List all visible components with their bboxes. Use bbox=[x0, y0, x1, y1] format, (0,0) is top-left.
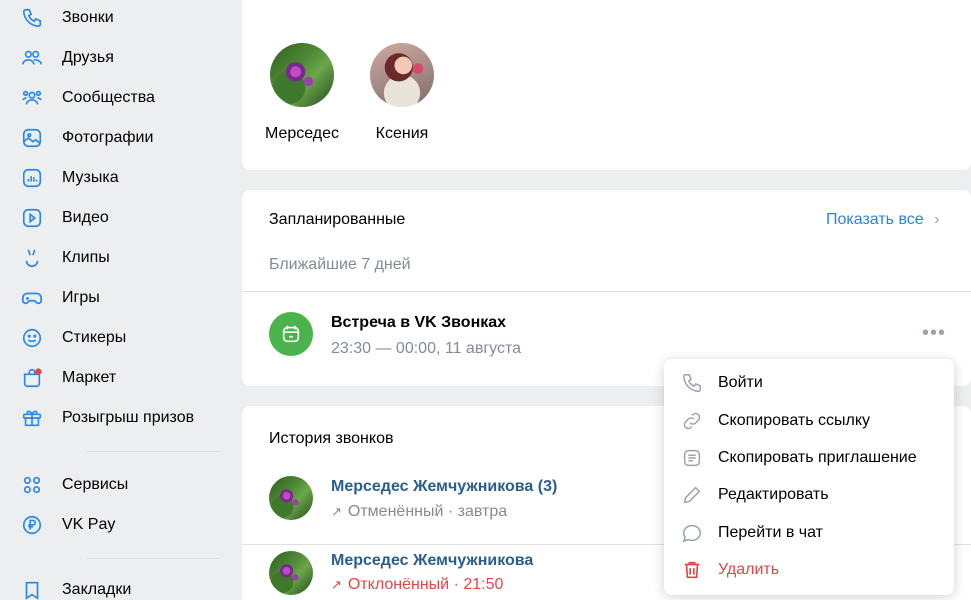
photos-icon bbox=[20, 126, 44, 150]
clips-icon bbox=[20, 246, 44, 270]
document-icon bbox=[680, 446, 704, 470]
scheduled-subtitle: Ближайшие 7 дней bbox=[269, 256, 411, 273]
menu-item-go-to-chat[interactable]: Перейти в чат bbox=[664, 515, 954, 551]
menu-item-label: Войти bbox=[718, 374, 763, 391]
menu-item-label: Перейти в чат bbox=[718, 524, 823, 541]
sidebar-item-calls[interactable]: Звонки bbox=[20, 4, 114, 32]
sidebar-item-label: Фотографии bbox=[62, 129, 154, 146]
stickers-icon bbox=[20, 326, 44, 350]
sidebar-item-label: Видео bbox=[62, 209, 109, 226]
call-status-text: Отменённый · завтра bbox=[347, 503, 508, 520]
menu-item-edit[interactable]: Редактировать bbox=[664, 477, 954, 513]
call-status: ↗ Отменённый · завтра bbox=[331, 503, 507, 521]
sidebar-item-label: Музыка bbox=[62, 169, 119, 186]
sidebar-item-games[interactable]: Игры bbox=[20, 284, 100, 312]
sidebar-item-label: Стикеры bbox=[62, 329, 127, 346]
sidebar-item-label: VK Pay bbox=[62, 516, 116, 533]
avatar[interactable] bbox=[269, 476, 313, 520]
sidebar-item-label: Сообщества bbox=[62, 89, 155, 106]
left-sidebar: Звонки Друзья Сообщества Фотографии Музы… bbox=[0, 0, 242, 600]
caller-name[interactable]: Мерседес Жемчужникова (3) bbox=[331, 478, 557, 496]
phone-icon bbox=[680, 371, 704, 395]
games-icon bbox=[20, 286, 44, 310]
arrow-outgoing-icon: ↗ bbox=[331, 504, 342, 519]
friend-item[interactable]: Ксения bbox=[360, 43, 444, 143]
sidebar-item-vkpay[interactable]: VK Pay bbox=[20, 511, 115, 539]
scheduled-title: Запланированные bbox=[269, 211, 406, 228]
vkpay-icon bbox=[20, 513, 44, 537]
sidebar-item-services[interactable]: Сервисы bbox=[20, 471, 128, 499]
sidebar-item-music[interactable]: Музыка bbox=[20, 164, 119, 192]
bookmarks-icon bbox=[20, 578, 44, 600]
music-icon bbox=[20, 166, 44, 190]
chat-bubble-icon bbox=[680, 521, 704, 545]
show-all-label: Показать все bbox=[826, 211, 924, 228]
scheduled-card: Запланированные Показать все › Ближайшие… bbox=[242, 190, 971, 386]
video-icon bbox=[20, 206, 44, 230]
sidebar-item-clips[interactable]: Клипы bbox=[20, 244, 110, 272]
menu-item-join[interactable]: Войти bbox=[664, 365, 954, 401]
sidebar-divider bbox=[86, 558, 220, 559]
context-menu: Войти Скопировать ссылку Скопировать при… bbox=[664, 359, 954, 595]
sidebar-item-label: Друзья bbox=[62, 49, 114, 66]
sidebar-item-friends[interactable]: Друзья bbox=[20, 44, 114, 72]
caller-name[interactable]: Мерседес Жемчужникова bbox=[331, 552, 533, 570]
sidebar-item-video[interactable]: Видео bbox=[20, 204, 109, 232]
sidebar-divider bbox=[86, 451, 220, 452]
market-icon bbox=[20, 366, 44, 390]
sidebar-item-photos[interactable]: Фотографии bbox=[20, 124, 153, 152]
sidebar-item-label: Закладки bbox=[62, 581, 132, 598]
menu-item-label: Скопировать приглашение bbox=[718, 449, 917, 466]
arrow-declined-icon: ↗ bbox=[331, 577, 342, 592]
history-title: История звонков bbox=[269, 430, 394, 447]
event-title[interactable]: Встреча в VK Звонках bbox=[331, 314, 506, 332]
menu-item-delete[interactable]: Удалить bbox=[664, 552, 954, 588]
friend-item[interactable]: Мерседес bbox=[260, 43, 344, 143]
calendar-icon bbox=[269, 312, 313, 356]
show-all-link[interactable]: Показать все › bbox=[826, 211, 939, 229]
sidebar-item-label: Клипы bbox=[62, 249, 110, 266]
divider bbox=[242, 291, 971, 292]
menu-item-copy-invite[interactable]: Скопировать приглашение bbox=[664, 440, 954, 476]
sidebar-item-stickers[interactable]: Стикеры bbox=[20, 324, 126, 352]
gift-icon bbox=[20, 406, 44, 430]
favorites-card: Мерседес Ксения bbox=[242, 0, 971, 170]
pencil-icon bbox=[680, 483, 704, 507]
avatar[interactable] bbox=[269, 551, 313, 595]
sidebar-item-giveaway[interactable]: Розыгрыш призов bbox=[20, 404, 194, 432]
menu-item-label: Скопировать ссылку bbox=[718, 412, 871, 429]
services-icon bbox=[20, 473, 44, 497]
trash-icon bbox=[680, 558, 704, 582]
call-status-text: Отклонённый · 21:50 bbox=[347, 576, 504, 593]
menu-item-label: Редактировать bbox=[718, 486, 829, 503]
friend-name: Мерседес bbox=[264, 125, 340, 142]
sidebar-item-label: Звонки bbox=[62, 9, 114, 26]
sidebar-item-label: Игры bbox=[62, 289, 100, 306]
more-options-icon[interactable]: ••• bbox=[922, 322, 946, 345]
link-icon bbox=[680, 409, 704, 433]
sidebar-item-market[interactable]: Маркет bbox=[20, 364, 116, 392]
event-time: 23:30 — 00:00, 11 августа bbox=[331, 340, 522, 357]
calls-page: Звонки Друзья Сообщества Фотографии Музы… bbox=[0, 0, 971, 600]
menu-item-copy-link[interactable]: Скопировать ссылку bbox=[664, 403, 954, 439]
chevron-right-icon: › bbox=[934, 211, 940, 228]
sidebar-item-label: Маркет bbox=[62, 369, 117, 386]
sidebar-item-bookmarks[interactable]: Закладки bbox=[20, 576, 131, 600]
communities-icon bbox=[20, 86, 44, 110]
sidebar-item-label: Сервисы bbox=[62, 476, 129, 493]
phone-icon bbox=[20, 6, 44, 30]
avatar bbox=[270, 43, 334, 107]
sidebar-item-communities[interactable]: Сообщества bbox=[20, 84, 155, 112]
avatar bbox=[370, 43, 434, 107]
friend-name: Ксения bbox=[375, 125, 429, 142]
friends-icon bbox=[20, 46, 44, 70]
sidebar-item-label: Розыгрыш призов bbox=[62, 409, 195, 426]
menu-item-label: Удалить bbox=[718, 561, 780, 578]
call-status: ↗ Отклонённый · 21:50 bbox=[331, 576, 503, 594]
